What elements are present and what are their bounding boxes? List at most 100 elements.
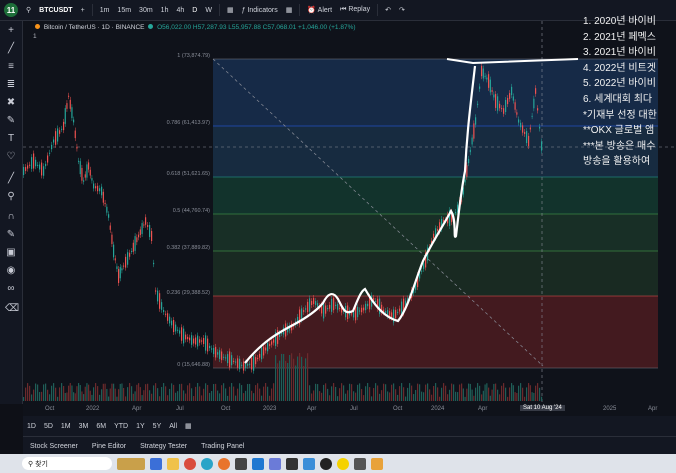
overlay-line: 2. 2021년 페멕스 (583, 31, 656, 43)
trend-line-icon[interactable]: ╱ (5, 43, 17, 55)
link-icon[interactable]: ∞ (5, 283, 17, 295)
taskbar-firefox-icon[interactable] (218, 457, 230, 470)
volume-bar (359, 383, 361, 401)
range-button[interactable]: 1Y (132, 423, 149, 430)
chart-type-icon[interactable]: ▦ (223, 6, 238, 14)
interval-w[interactable]: W (201, 7, 216, 14)
range-button[interactable]: All (165, 423, 181, 430)
calendar-icon[interactable]: ▦ (181, 422, 196, 430)
volume-bar (365, 386, 367, 401)
trash-icon[interactable]: ⌫ (5, 303, 19, 315)
panel-tab[interactable]: Pine Editor (85, 443, 133, 450)
volume-bar (153, 385, 155, 401)
volume-bar (277, 363, 279, 401)
taskbar-terminal-icon[interactable] (286, 457, 298, 470)
zoom-icon[interactable]: ⚲ (5, 191, 17, 203)
taskbar-search[interactable]: ⚲ 찾기 (22, 457, 112, 470)
search-icon[interactable]: ⚲ (22, 6, 35, 14)
volume-bar (361, 389, 363, 401)
volume-bar (219, 393, 221, 401)
volume-bar (118, 389, 120, 401)
fib-tool-icon[interactable]: ≣ (5, 79, 17, 91)
undo-icon[interactable]: ↶ (381, 6, 395, 14)
taskbar-widgets-icon[interactable] (150, 457, 162, 470)
taskbar-explorer-icon[interactable] (167, 457, 179, 470)
market-status-dot (148, 24, 154, 29)
add-symbol-icon[interactable]: + (77, 7, 89, 14)
volume-bar (379, 393, 381, 401)
taskbar-mail-icon[interactable] (269, 457, 281, 470)
panel-tab[interactable]: Stock Screener (23, 443, 85, 450)
volume-bar (425, 384, 427, 401)
taskbar-kakao-icon[interactable] (337, 457, 349, 470)
range-button[interactable]: YTD (110, 423, 132, 430)
bottom-panels: Stock Screener Pine Editor Strategy Tester… (23, 436, 676, 455)
symbol-logo (35, 24, 40, 29)
brush-icon[interactable]: ✎ (5, 115, 17, 127)
text-tool-icon[interactable]: T (5, 133, 17, 145)
range-button[interactable]: 3M (75, 423, 93, 430)
volume-bar (423, 392, 425, 401)
volume-bar (161, 387, 163, 401)
volume-bar (66, 392, 68, 401)
interval-30m[interactable]: 30m (135, 7, 157, 14)
price-chart[interactable]: 1 (73,874.79) 0.786 (61,413.97) 0.618 (51,… (23, 21, 676, 404)
taskbar-photos-icon[interactable] (303, 457, 315, 470)
volume-bar (287, 362, 289, 401)
volume-bar (121, 383, 123, 401)
panel-tab[interactable]: Strategy Tester (133, 443, 194, 450)
horizontal-lines-icon[interactable]: ≡ (5, 61, 17, 73)
volume-bar (431, 394, 433, 401)
alert-button[interactable]: ⏰ Alert (303, 6, 336, 14)
time-axis: Oct 2022 Apr Jul Oct 2023 Apr Jul Oct 2024 Apr 2025… (23, 404, 676, 416)
interval-4h[interactable]: 4h (172, 7, 188, 14)
taskbar-chrome-icon[interactable] (184, 457, 196, 470)
redo-icon[interactable]: ↷ (395, 6, 409, 14)
volume-bar (233, 386, 235, 401)
volume-bar (337, 396, 339, 401)
volume-bar (84, 386, 86, 401)
lock-icon[interactable]: ▣ (5, 247, 17, 259)
volume-bar (183, 390, 185, 401)
magnet-icon[interactable]: ∩ (5, 211, 17, 223)
interval-1m[interactable]: 1m (96, 7, 114, 14)
crosshair-icon[interactable]: + (5, 25, 17, 37)
replay-button[interactable]: ⏮ Replay (336, 6, 374, 14)
layout-icon[interactable]: ▦ (282, 6, 297, 14)
range-button[interactable]: 5D (40, 423, 57, 430)
interval-d[interactable]: D (188, 7, 201, 14)
user-avatar[interactable]: 11 (0, 0, 22, 20)
range-button[interactable]: 6M (92, 423, 110, 430)
volume-bar (138, 383, 140, 401)
panel-tab[interactable]: Trading Panel (194, 443, 251, 450)
volume-bar (531, 392, 533, 401)
volume-bar (383, 383, 385, 401)
ruler-icon[interactable]: ╱ (5, 173, 17, 185)
symbol-search[interactable]: BTCUSDT (35, 7, 76, 14)
taskbar-app2-icon[interactable] (354, 457, 366, 470)
volume-bar (323, 384, 325, 401)
interval-1h[interactable]: 1h (157, 7, 173, 14)
volume-bar (319, 391, 321, 401)
lock-drawing-icon[interactable]: ✎ (5, 229, 17, 241)
eye-icon[interactable]: ◉ (5, 265, 17, 277)
interval-15m[interactable]: 15m (113, 7, 135, 14)
heart-icon[interactable]: ♡ (5, 151, 17, 163)
volume-bar (221, 385, 223, 401)
taskbar-edge-icon[interactable] (201, 457, 213, 470)
taskbar-ie-icon[interactable] (252, 457, 264, 470)
volume-bar (37, 384, 39, 401)
range-button[interactable]: 1D (23, 423, 40, 430)
range-button[interactable]: 5Y (149, 423, 166, 430)
volume-bar (197, 383, 199, 401)
pattern-tool-icon[interactable]: ✖ (5, 97, 17, 109)
taskbar-app3-icon[interactable] (371, 457, 383, 470)
indicators-button[interactable]: ƒ Indicators (238, 7, 282, 14)
taskbar-store-icon[interactable] (235, 457, 247, 470)
taskbar-app-icon[interactable] (117, 457, 145, 470)
volume-bar (281, 353, 283, 401)
volume-bar (511, 383, 513, 401)
volume-bar (101, 389, 103, 401)
taskbar-obs-icon[interactable] (320, 457, 332, 470)
range-button[interactable]: 1M (57, 423, 75, 430)
